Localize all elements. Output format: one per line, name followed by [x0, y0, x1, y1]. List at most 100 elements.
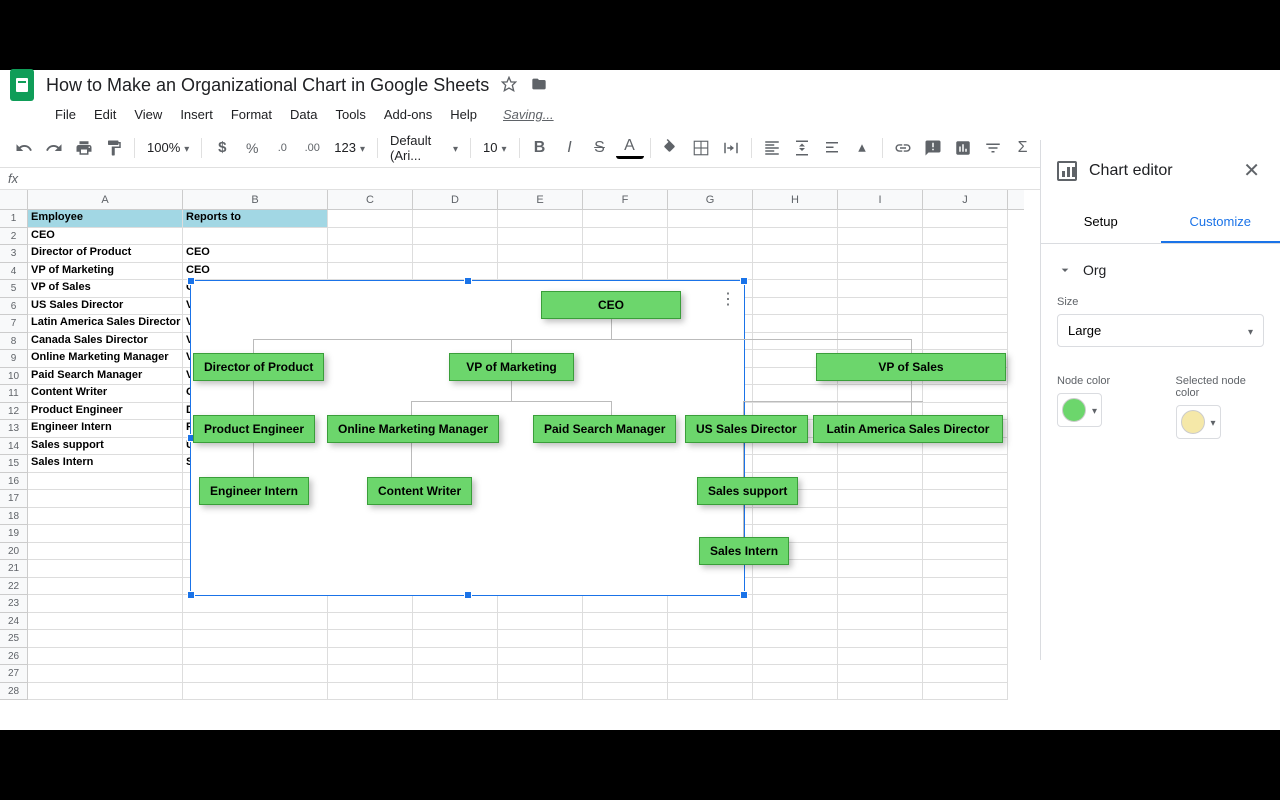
row-header[interactable]: 7 [0, 315, 28, 333]
menu-view[interactable]: View [127, 103, 169, 126]
cell[interactable] [753, 245, 838, 263]
cell[interactable] [28, 578, 183, 596]
row-header[interactable]: 12 [0, 403, 28, 421]
org-chart[interactable]: ⋮ CEODirector of ProductVP of MarketingV… [190, 280, 745, 596]
cell[interactable] [28, 595, 183, 613]
cell[interactable] [498, 648, 583, 666]
cell[interactable] [753, 578, 838, 596]
column-header[interactable]: F [583, 190, 668, 209]
row-header[interactable]: 13 [0, 420, 28, 438]
cell[interactable] [668, 665, 753, 683]
row-header[interactable]: 24 [0, 613, 28, 631]
menu-data[interactable]: Data [283, 103, 324, 126]
row-header[interactable]: 8 [0, 333, 28, 351]
cell[interactable] [753, 648, 838, 666]
org-node[interactable]: Latin America Sales Director [813, 415, 1003, 443]
column-header[interactable]: H [753, 190, 838, 209]
org-node[interactable]: US Sales Director [685, 415, 808, 443]
cell[interactable] [328, 665, 413, 683]
wrap-button[interactable] [818, 134, 846, 162]
row-header[interactable]: 4 [0, 263, 28, 281]
cell[interactable] [923, 263, 1008, 281]
cell[interactable] [838, 228, 923, 246]
row-header[interactable]: 16 [0, 473, 28, 491]
column-header[interactable]: C [328, 190, 413, 209]
cell[interactable] [753, 455, 838, 473]
cell[interactable]: Content Writer [28, 385, 183, 403]
cell[interactable] [838, 455, 923, 473]
sheets-logo[interactable] [10, 69, 34, 101]
cell[interactable] [413, 665, 498, 683]
cell[interactable] [753, 630, 838, 648]
cell[interactable] [923, 490, 1008, 508]
row-header[interactable]: 9 [0, 350, 28, 368]
cell[interactable] [583, 648, 668, 666]
cell[interactable] [498, 613, 583, 631]
row-header[interactable]: 20 [0, 543, 28, 561]
cell[interactable] [328, 613, 413, 631]
org-node[interactable]: VP of Sales [816, 353, 1006, 381]
cell[interactable] [838, 280, 923, 298]
cell[interactable] [498, 630, 583, 648]
cell[interactable] [668, 228, 753, 246]
cell[interactable]: Sales Intern [28, 455, 183, 473]
cell[interactable] [328, 648, 413, 666]
close-icon[interactable]: ✕ [1239, 154, 1264, 187]
row-header[interactable]: 22 [0, 578, 28, 596]
cell[interactable] [838, 578, 923, 596]
cell[interactable]: Paid Search Manager [28, 368, 183, 386]
cell[interactable] [328, 630, 413, 648]
cell[interactable] [668, 683, 753, 701]
cell[interactable] [583, 263, 668, 281]
menu-insert[interactable]: Insert [173, 103, 220, 126]
cell[interactable] [583, 595, 668, 613]
print-button[interactable] [70, 134, 98, 162]
cell[interactable] [413, 245, 498, 263]
cell[interactable] [183, 228, 328, 246]
cell[interactable] [28, 613, 183, 631]
column-header[interactable]: B [183, 190, 328, 209]
cell[interactable] [838, 473, 923, 491]
org-node[interactable]: CEO [541, 291, 681, 319]
cell[interactable] [753, 263, 838, 281]
row-header[interactable]: 1 [0, 210, 28, 228]
currency-button[interactable]: $ [208, 134, 236, 162]
cell[interactable] [838, 315, 923, 333]
cell[interactable] [668, 245, 753, 263]
merge-button[interactable] [717, 134, 745, 162]
cell[interactable] [498, 665, 583, 683]
row-header[interactable]: 10 [0, 368, 28, 386]
italic-button[interactable]: I [556, 134, 584, 162]
cell[interactable] [413, 595, 498, 613]
org-node[interactable]: Sales Intern [699, 537, 789, 565]
zoom-select[interactable]: 100% [141, 136, 195, 159]
cell[interactable] [923, 298, 1008, 316]
cell[interactable] [413, 613, 498, 631]
spreadsheet-grid[interactable]: A B C D E F G H I J 1EmployeeReports to2… [0, 190, 1024, 730]
row-header[interactable]: 3 [0, 245, 28, 263]
cell[interactable] [583, 245, 668, 263]
org-node[interactable]: Paid Search Manager [533, 415, 676, 443]
column-header[interactable]: G [668, 190, 753, 209]
cell[interactable] [583, 683, 668, 701]
cell[interactable] [923, 560, 1008, 578]
cell[interactable] [668, 630, 753, 648]
document-title[interactable]: How to Make an Organizational Chart in G… [46, 75, 489, 96]
cell[interactable] [328, 595, 413, 613]
cell[interactable] [28, 473, 183, 491]
cell[interactable] [923, 228, 1008, 246]
insert-chart-button[interactable] [949, 134, 977, 162]
cell[interactable] [838, 245, 923, 263]
menu-format[interactable]: Format [224, 103, 279, 126]
column-header[interactable]: D [413, 190, 498, 209]
cell[interactable]: VP of Sales [28, 280, 183, 298]
menu-help[interactable]: Help [443, 103, 484, 126]
cell[interactable] [838, 508, 923, 526]
star-icon[interactable] [501, 76, 519, 94]
org-node[interactable]: Content Writer [367, 477, 472, 505]
cell[interactable] [328, 263, 413, 281]
row-header[interactable]: 14 [0, 438, 28, 456]
increase-decimal-button[interactable]: .00 [298, 134, 326, 162]
cell[interactable] [838, 490, 923, 508]
undo-button[interactable] [10, 134, 38, 162]
